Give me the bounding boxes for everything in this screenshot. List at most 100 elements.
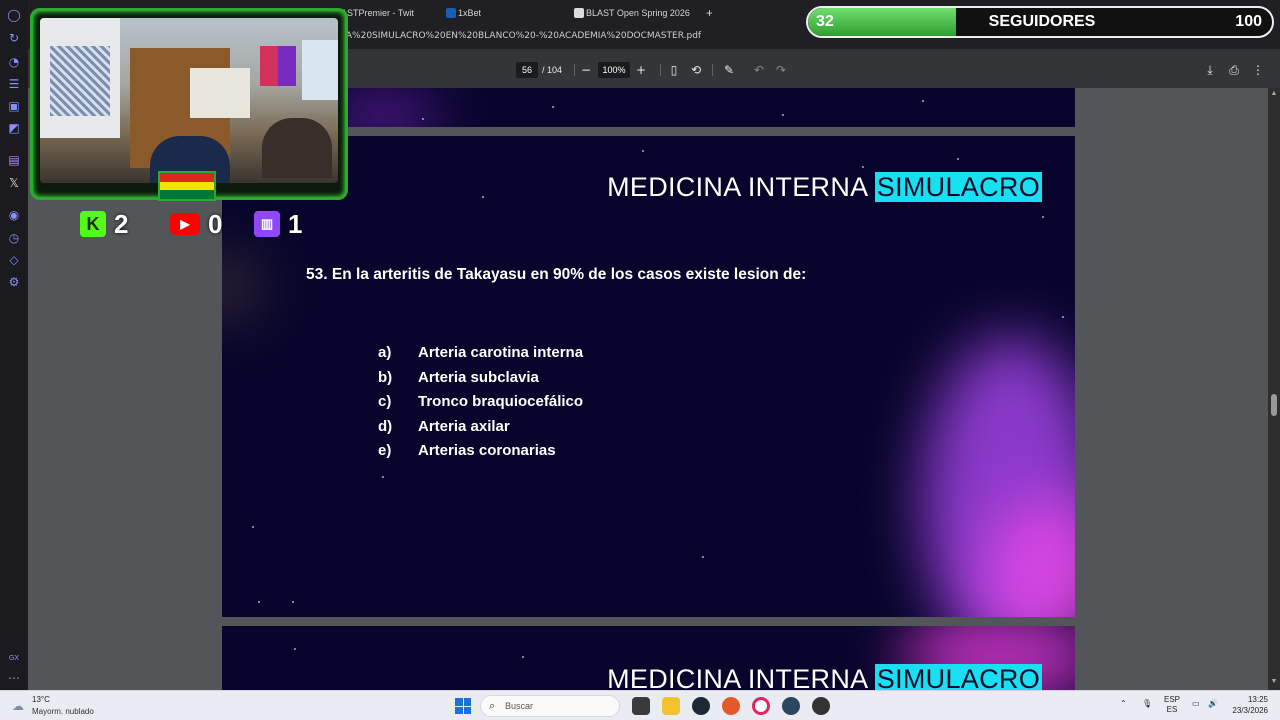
next-slide-title: MEDICINA INTERNA SIMULACRO xyxy=(607,664,1042,690)
option-letter: c) xyxy=(378,393,392,411)
question-text: 53. En la arteritis de Takayasu en 90% d… xyxy=(306,266,807,283)
option-text: Arteria subclavia xyxy=(418,368,539,386)
annotate-icon[interactable]: ✎ xyxy=(720,61,738,79)
cloud-icon: ☁ xyxy=(12,699,24,713)
youtube-icon: ▶ xyxy=(170,213,200,235)
followers-label: SEGUIDORES xyxy=(988,13,1096,30)
settings-icon[interactable]: ⚙ xyxy=(6,274,22,290)
more-icon[interactable]: ⋮ xyxy=(1249,61,1267,79)
vertical-scrollbar[interactable]: ▲ ▼ xyxy=(1268,88,1280,690)
option-b: b) Arteria subclavia xyxy=(378,366,583,391)
messenger-icon[interactable]: ◩ xyxy=(6,120,22,136)
screen: ◯ ↻ ◔ ☰ ▣ ◩ ▤ 𝕏 ◉ ◷ ◇ ⚙ GX ⋯ BLASTPremie… xyxy=(0,0,1280,720)
tray-chevron-icon[interactable]: ⌃ xyxy=(1120,699,1127,708)
zoom-level-input[interactable]: 100% xyxy=(598,62,630,78)
language-indicator[interactable]: ESP ES xyxy=(1164,695,1180,715)
url-text[interactable]: RA%20SIMULACRO%20EN%20BLANCO%20-%20ACADE… xyxy=(340,31,701,41)
taskbar-search[interactable]: ⌕ Buscar xyxy=(480,695,620,717)
gx-control-icon[interactable]: ▣ xyxy=(6,98,22,114)
webcam-overlay xyxy=(30,8,348,201)
file-explorer-icon[interactable] xyxy=(662,697,680,715)
option-letter: a) xyxy=(378,344,392,361)
firefox-icon[interactable] xyxy=(722,697,740,715)
current-slide: MEDICINA INTERNA SIMULACRO 53. En la art… xyxy=(222,136,1075,617)
kick-count: 2 xyxy=(114,208,129,239)
browser-sidebar: ◯ ↻ ◔ ☰ ▣ ◩ ▤ 𝕏 ◉ ◷ ◇ ⚙ GX ⋯ xyxy=(0,0,28,690)
x-sidebar-icon[interactable]: 𝕏 xyxy=(6,175,22,191)
option-text: Arteria axilar xyxy=(418,417,510,435)
slide-title-main: MEDICINA INTERNA xyxy=(607,172,867,202)
opera-gx-icon[interactable] xyxy=(752,697,770,715)
option-text: Arteria carotina interna xyxy=(418,344,584,361)
twitch-count: 1 xyxy=(288,208,303,239)
lang-top: ESP xyxy=(1164,695,1181,704)
reload-icon[interactable]: ↻ xyxy=(6,30,22,46)
rotate-icon[interactable]: ⟲ xyxy=(687,61,705,79)
steam-alt-icon[interactable] xyxy=(782,697,800,715)
bet-favicon-icon xyxy=(446,8,456,18)
player-icon[interactable]: ◉ xyxy=(6,207,22,223)
youtube-counter: ▶ 0 xyxy=(170,206,222,242)
network-icon[interactable]: ▭ xyxy=(1192,699,1200,708)
more-sidebar-icon[interactable]: ⋯ xyxy=(6,670,22,686)
slide-title-highlight: SIMULACRO xyxy=(874,172,1042,202)
toolbar-divider xyxy=(712,64,713,76)
next-slide: MEDICINA INTERNA SIMULACRO xyxy=(222,626,1075,690)
volume-icon[interactable]: 🔊 xyxy=(1208,699,1218,708)
twitch-icon: ▥ xyxy=(254,211,280,237)
download-icon[interactable]: ⤓ xyxy=(1201,61,1219,79)
fit-page-icon[interactable]: ▯ xyxy=(665,61,683,79)
slide-title-highlight: SIMULACRO xyxy=(874,664,1042,690)
kick-icon: K xyxy=(80,211,106,237)
option-c: c) Tronco braquiocefálico xyxy=(378,390,583,415)
weather-temp: 13°C xyxy=(32,695,50,704)
redo-icon[interactable]: ↷ xyxy=(772,61,790,79)
search-icon: ⌕ xyxy=(489,699,496,712)
taskbar: ☁ 13°C Mayorm. nublado ⌕ Buscar ⌃ 🎙 ESP … xyxy=(0,690,1280,720)
aria-icon[interactable]: ☰ xyxy=(6,76,22,92)
twitch-counter: ▥ 1 xyxy=(254,206,302,242)
start-button[interactable] xyxy=(455,698,471,714)
obs-icon[interactable] xyxy=(812,697,830,715)
print-icon[interactable]: ⎙ xyxy=(1225,61,1243,79)
tab-1xbet[interactable]: 1xBet xyxy=(444,4,564,22)
history-icon[interactable]: ◷ xyxy=(6,230,22,246)
platform-counters: K 2 ▶ 0 ▥ 1 xyxy=(80,206,320,242)
bolivia-flag-icon xyxy=(158,171,216,201)
webcam-feed xyxy=(40,18,338,183)
youtube-count: 0 xyxy=(208,208,223,239)
speed-dial-icon[interactable]: ◔ xyxy=(6,54,22,70)
answer-options: a) Arteria carotina interna b) Arteria sub… xyxy=(378,341,583,464)
scroll-up-arrow-icon[interactable]: ▲ xyxy=(1270,90,1278,97)
page-separator: / xyxy=(542,65,545,75)
gx-logo-icon[interactable]: GX xyxy=(6,650,22,666)
microphone-icon[interactable]: 🎙 xyxy=(1142,699,1152,708)
twitch-sidebar-icon[interactable]: ▤ xyxy=(6,152,22,168)
clock[interactable]: 13:25 23/3/2026 xyxy=(1224,694,1268,716)
search-placeholder: Buscar xyxy=(505,701,534,711)
option-letter: d) xyxy=(378,417,393,435)
steam-icon[interactable] xyxy=(692,697,710,715)
new-tab-button[interactable]: + xyxy=(692,4,712,22)
extensions-icon[interactable]: ◇ xyxy=(6,252,22,268)
option-letter: e) xyxy=(378,442,392,460)
page-number-input[interactable]: 56 xyxy=(516,62,538,78)
task-view-icon[interactable] xyxy=(632,697,650,715)
followers-goal: 100 xyxy=(1235,13,1262,30)
scroll-down-arrow-icon[interactable]: ▼ xyxy=(1270,678,1278,685)
undo-icon[interactable]: ↶ xyxy=(750,61,768,79)
tab-label: BLAST Open Spring 2026 xyxy=(586,8,690,18)
tab-blast-open[interactable]: BLAST Open Spring 2026 xyxy=(572,4,700,22)
opera-logo-icon[interactable]: ◯ xyxy=(6,7,22,23)
lang-bottom: ES xyxy=(1166,705,1178,714)
zoom-out-icon[interactable]: − xyxy=(577,61,595,79)
scroll-thumb[interactable] xyxy=(1271,394,1277,416)
previous-slide xyxy=(222,88,1075,127)
toolbar-divider xyxy=(574,64,575,76)
kick-counter: K 2 xyxy=(80,206,128,242)
slide-title: MEDICINA INTERNA SIMULACRO xyxy=(607,172,1042,203)
clock-date: 23/3/2026 xyxy=(1232,706,1268,715)
option-e: e) Arterias coronarias xyxy=(378,439,583,464)
zoom-in-icon[interactable]: + xyxy=(632,61,650,79)
followers-goal-bar: 32 SEGUIDORES 100 xyxy=(806,6,1274,38)
